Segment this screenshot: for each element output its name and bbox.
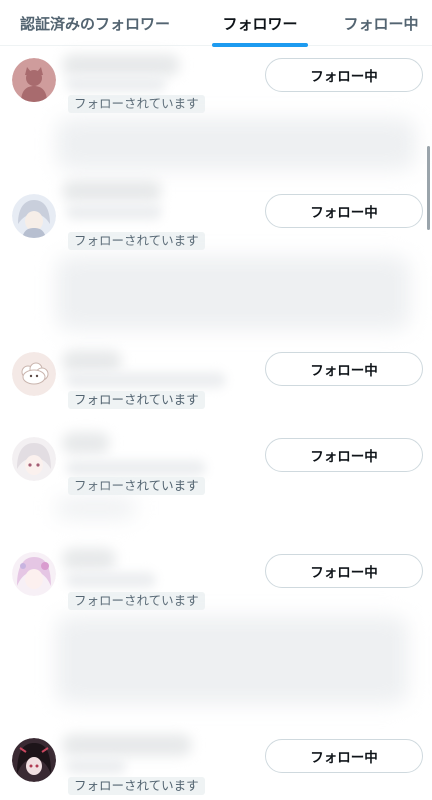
handle-blurred (66, 572, 156, 588)
bio-blurred (56, 118, 416, 170)
bio-blurred (56, 256, 410, 330)
dark-anime-avatar-icon[interactable] (12, 738, 56, 782)
following-button[interactable]: フォロー中 (265, 739, 423, 773)
follows-you-badge: フォローされています (68, 592, 205, 610)
display-name-blurred (62, 734, 192, 756)
follows-you-badge: フォローされています (68, 777, 205, 795)
display-name-blurred (62, 180, 162, 202)
user-cell[interactable]: フォローされています フォロー中 (0, 538, 432, 722)
tab-label: フォロー中 (343, 14, 419, 33)
following-button[interactable]: フォロー中 (265, 554, 423, 588)
follows-you-badge: フォローされています (68, 232, 205, 250)
display-name-blurred (62, 350, 122, 372)
display-name-blurred (62, 54, 180, 76)
display-name-blurred (62, 548, 116, 570)
tab-label: フォロワー (222, 14, 298, 33)
following-button[interactable]: フォロー中 (265, 194, 423, 228)
tab-followers[interactable]: フォロワー (190, 0, 330, 47)
tab-label: 認証済みのフォロワー (19, 14, 170, 33)
following-button[interactable]: フォロー中 (265, 352, 423, 386)
tab-following[interactable]: フォロー中 (330, 0, 432, 46)
follows-you-badge: フォローされています (68, 391, 205, 409)
display-name-blurred (62, 432, 110, 454)
anime-girl-avatar-icon[interactable] (12, 552, 56, 596)
tab-verified-followers[interactable]: 認証済みのフォロワー (0, 0, 190, 46)
handle-blurred (66, 372, 226, 388)
handle-blurred (66, 204, 162, 220)
follows-you-badge: フォローされています (68, 95, 205, 113)
follows-you-badge: フォローされています (68, 477, 205, 495)
sheep-avatar-icon[interactable] (12, 352, 56, 396)
tab-bar: 認証済みのフォロワー フォロワー フォロー中 (0, 0, 432, 47)
user-cell[interactable]: フォローされています フォロー中 (0, 46, 432, 178)
handle-blurred (66, 76, 166, 92)
user-cell[interactable]: フォローされています フォロー中 (0, 338, 432, 424)
bio-blurred (56, 616, 408, 704)
bio-blurred (56, 498, 136, 518)
user-cell[interactable]: フォローされています フォロー中 (0, 178, 432, 338)
following-button[interactable]: フォロー中 (265, 438, 423, 472)
handle-blurred (66, 758, 126, 774)
user-cell[interactable]: フォローされています フォロー中 (0, 722, 432, 800)
cat-avatar-icon[interactable] (12, 58, 56, 102)
following-button[interactable]: フォロー中 (265, 58, 423, 92)
scrollbar[interactable] (427, 146, 430, 230)
handle-blurred (66, 460, 206, 476)
anime-girl-avatar-icon[interactable] (12, 194, 56, 238)
user-cell[interactable]: フォローされています フォロー中 (0, 424, 432, 538)
anime-girl-avatar-icon[interactable] (12, 437, 56, 481)
